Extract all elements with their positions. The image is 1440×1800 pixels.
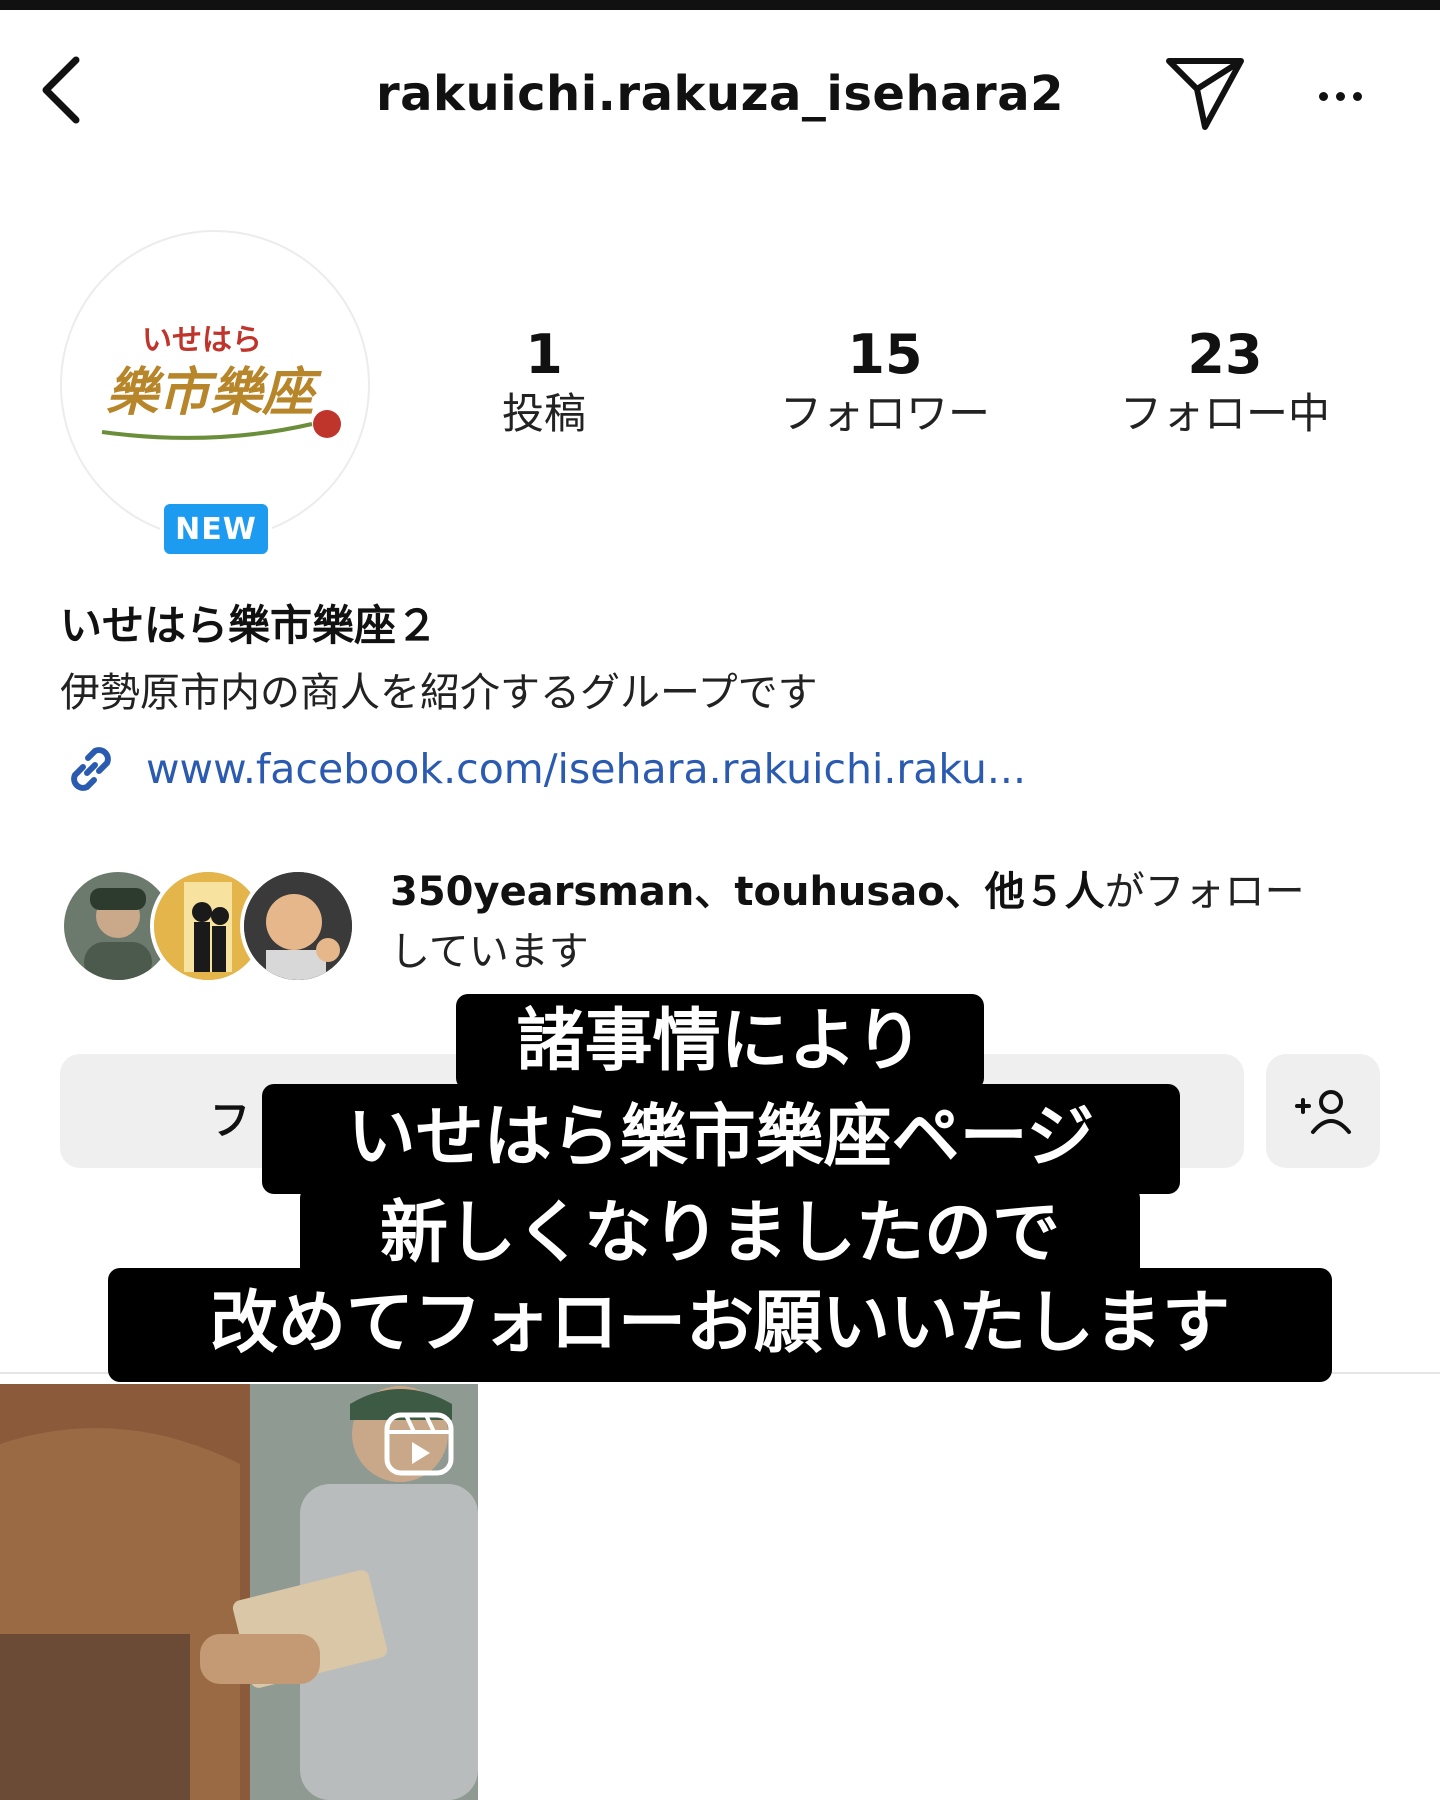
stat-following-count: 23 [1187,323,1263,386]
stat-posts-label: 投稿 [501,389,586,438]
logo-subtitle: いせはら [142,323,262,358]
mutual-names[interactable]: 350yearsman、touhusao、他５人 [390,869,1105,915]
more-dots-icon [1318,91,1328,101]
more-options-button[interactable] [1300,66,1380,126]
profile-avatar[interactable]: いせはら 樂市樂座 [60,230,370,540]
share-button[interactable] [1160,48,1250,138]
stat-followers-label: フォロワー [779,389,990,438]
link-icon [60,738,122,800]
logo-title: 樂市樂座 [106,362,322,423]
link-url[interactable]: www.facebook.com/isehara.rakuichi.raku..… [146,745,1026,793]
reel-icon [384,1412,454,1476]
paper-plane-icon [1166,58,1244,130]
top-edge-bar [0,0,1440,10]
stat-posts[interactable]: 1 投稿 [414,324,674,442]
display-name: いせはら樂市樂座２ [60,601,439,650]
profile-header: rakuichi.rakuza_isehara2 [0,10,1440,160]
add-user-icon [1295,1090,1351,1134]
more-dot [1352,91,1362,101]
mutual-suffix: がフォロー [1104,869,1305,915]
mutual-followers-text: 350yearsman、touhusao、他５人がフォロー しています [390,862,1400,982]
mutual-suffix-2: しています [390,929,589,975]
back-button[interactable] [30,50,90,130]
stat-followers[interactable]: 15 フォロワー [755,324,1015,442]
stat-followers-count: 15 [847,323,923,386]
caption-line-2: いせはら樂市樂座ページ [262,1084,1180,1194]
chevron-left-icon [42,56,80,124]
stat-following[interactable]: 23 フォロー中 [1095,324,1355,442]
new-badge: NEW [160,500,272,558]
page-title-username: rakuichi.rakuza_isehara2 [375,66,1064,122]
more-dot [1335,91,1345,101]
caption-line-4: 改めてフォローお願いいたします [108,1268,1332,1382]
follow-button-label: フ [210,1098,250,1144]
suggested-users-button[interactable] [1266,1054,1380,1168]
profile-link[interactable]: www.facebook.com/isehara.rakuichi.raku..… [60,738,1026,800]
stat-posts-count: 1 [525,323,563,386]
mutual-followers[interactable]: 350yearsman、touhusao、他５人がフォロー しています [60,862,1400,992]
caption-line-1: 諸事情により [456,994,984,1090]
stat-following-label: フォロー中 [1119,389,1330,438]
avatar [240,868,356,984]
profile-logo: いせはら 樂市樂座 [101,323,341,440]
mutual-avatars [60,868,360,988]
bio-text: 伊勢原市内の商人を紹介するグループです [60,670,818,716]
